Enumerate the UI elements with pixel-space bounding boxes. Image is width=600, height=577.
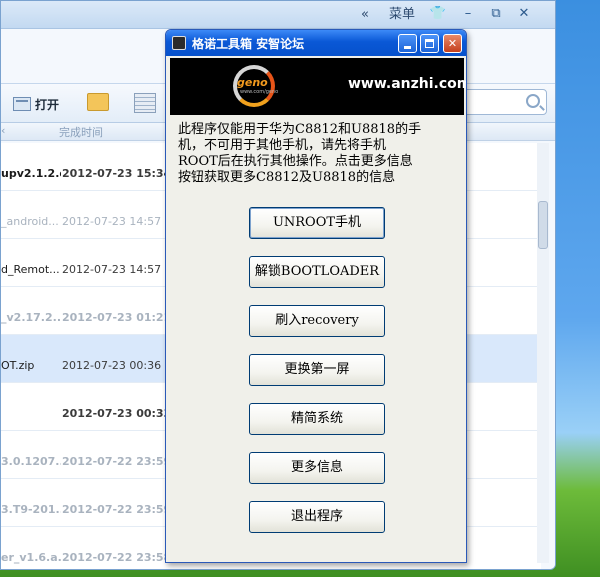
file-date: 2012-07-22 23:59	[62, 455, 172, 468]
folder-icon[interactable]	[87, 93, 109, 111]
file-name: er_v1.6.a...	[1, 551, 61, 564]
description-text: 此程序仅能用于华为C8812和U8818的手 机，不可用于其他手机，请先将手机 …	[178, 122, 462, 186]
description-line: 此程序仅能用于华为C8812和U8818的手	[178, 122, 422, 137]
collapse-arrows-icon[interactable]: «	[361, 6, 369, 24]
banner: geno www.com/geno www.anzhi.com	[170, 58, 467, 115]
file-date: 2012-07-23 15:34	[62, 167, 172, 180]
file-name: 3.0.1207...	[1, 455, 61, 468]
minimize-button[interactable]	[398, 34, 417, 53]
minimize-icon	[404, 46, 411, 49]
minimize-icon[interactable]: –	[459, 6, 477, 24]
file-name: d_Remot...	[1, 263, 60, 276]
close-icon[interactable]: ✕	[515, 6, 533, 24]
menu-button[interactable]: 菜单	[389, 6, 415, 24]
search-icon[interactable]	[526, 94, 540, 108]
change-boot-screen-button[interactable]: 更换第一屏	[249, 354, 385, 386]
file-name: 3.T9-201...	[1, 503, 61, 516]
slim-system-button[interactable]: 精简系统	[249, 403, 385, 435]
file-name: upv2.1.2.e...	[1, 167, 61, 180]
open-button[interactable]: 打开	[13, 93, 59, 115]
maximize-icon	[425, 39, 434, 48]
restore-icon[interactable]: ⧉	[487, 6, 505, 24]
open-icon	[13, 97, 31, 111]
search-input[interactable]	[463, 89, 547, 115]
app-icon	[172, 36, 186, 50]
completed-time-column[interactable]: 完成时间	[59, 124, 103, 140]
banner-url: www.anzhi.com	[348, 76, 467, 92]
list-view-icon[interactable]	[134, 93, 156, 113]
unroot-button[interactable]: UNROOT手机	[249, 207, 385, 239]
skin-shirt-icon[interactable]: 👕	[429, 6, 447, 24]
close-button[interactable]: ✕	[443, 34, 462, 53]
file-date: 2012-07-23 14:57	[62, 263, 162, 276]
file-name: _v2.17.2...	[1, 311, 61, 324]
dialog-titlebar[interactable]: 格诺工具箱 安智论坛 ✕	[166, 30, 466, 56]
file-name: _android...	[1, 215, 59, 228]
geno-toolbox-dialog: 格诺工具箱 安智论坛 ✕ geno www.com/geno www.anzhi…	[165, 29, 467, 563]
maximize-button[interactable]	[420, 34, 439, 53]
description-line: ROOT后在执行其他操作。点击更多信息	[178, 154, 413, 169]
file-date: 2012-07-23 00:33	[62, 407, 172, 420]
more-info-button[interactable]: 更多信息	[249, 452, 385, 484]
description-line: 机，不可用于其他手机，请先将手机	[178, 138, 387, 153]
open-label: 打开	[35, 97, 60, 112]
unlock-bootloader-button[interactable]: 解锁BOOTLOADER	[249, 256, 385, 288]
logo-text: geno	[237, 76, 268, 89]
scrollbar-thumb[interactable]	[538, 201, 548, 249]
file-date: 2012-07-23 01:21	[62, 311, 172, 324]
flash-recovery-button[interactable]: 刷入recovery	[249, 305, 385, 337]
file-name: OT.zip	[1, 359, 35, 372]
file-date: 2012-07-23 14:57	[62, 215, 162, 228]
description-line: 按钮获取更多C8812及U8818的信息	[178, 170, 396, 185]
file-date: 2012-07-23 00:36	[62, 359, 162, 372]
file-list-scrollbar[interactable]	[537, 143, 549, 563]
exit-button[interactable]: 退出程序	[249, 501, 385, 533]
column-divider: ‹	[1, 124, 6, 137]
download-manager-titlebar: « 菜单 👕 – ⧉ ✕	[1, 1, 555, 29]
file-date: 2012-07-22 23:58	[62, 551, 172, 564]
dialog-title: 格诺工具箱 安智论坛	[192, 37, 305, 51]
file-date: 2012-07-22 23:59	[62, 503, 172, 516]
logo-subtext: www.com/geno	[240, 89, 279, 95]
